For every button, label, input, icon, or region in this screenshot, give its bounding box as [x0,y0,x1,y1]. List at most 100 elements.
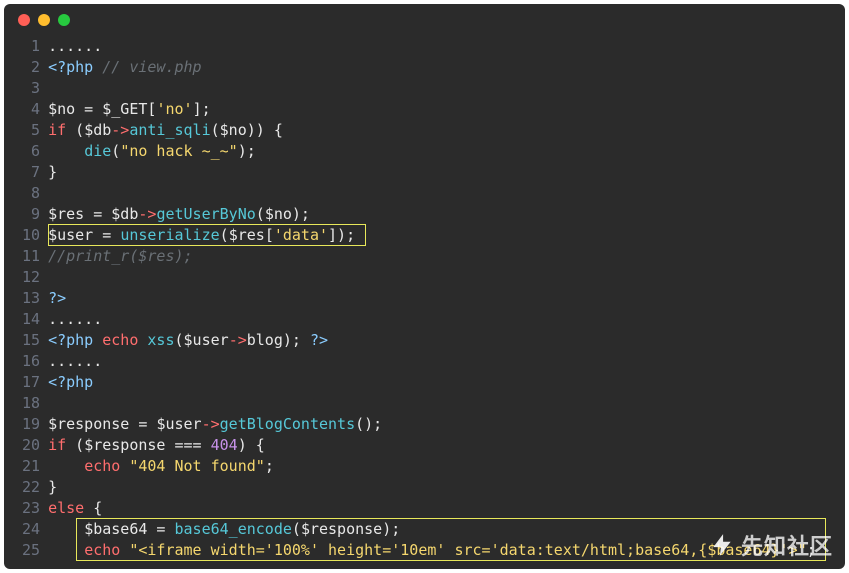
code-line[interactable]: else { [48,498,845,519]
code-line[interactable]: <?php // view.php [48,57,845,78]
code-token: "no hack ~_~" [120,142,237,160]
code-token: ( [111,142,120,160]
code-token: ( [256,205,265,223]
code-token [120,541,129,559]
code-token: = [93,226,120,244]
code-token: = [75,100,102,118]
code-token: $user [156,415,201,433]
code-token: ]; [193,100,211,118]
code-line[interactable] [48,78,845,99]
code-token: 404 [211,436,238,454]
code-line[interactable] [48,183,845,204]
line-number: 23 [22,498,40,519]
line-number: 1 [22,36,40,57]
code-editor: 1234567891011121314151617181920212223242… [4,36,845,561]
code-token: (); [355,415,382,433]
editor-window: 1234567891011121314151617181920212223242… [4,4,845,569]
code-token: -> [229,331,247,349]
code-token: 'no' [156,100,192,118]
close-icon[interactable] [18,14,30,26]
code-token: $db [84,121,111,139]
line-number: 3 [22,78,40,99]
code-line[interactable]: $response = $user->getBlogContents(); [48,414,845,435]
line-number: 15 [22,330,40,351]
code-token: ( [292,520,301,538]
code-token: $response [48,415,129,433]
code-token: unserialize [120,226,219,244]
code-token: ( [175,331,184,349]
code-token: $user [184,331,229,349]
code-line[interactable]: ?> [48,288,845,309]
code-token: $response [84,436,165,454]
code-token [48,541,84,559]
code-line[interactable] [48,393,845,414]
code-token: ...... [48,352,102,370]
code-token: $no [220,121,247,139]
code-line[interactable]: $no = $_GET['no']; [48,99,845,120]
code-line[interactable]: ...... [48,309,845,330]
watermark: 先知社区 [709,529,833,561]
code-line[interactable]: <?php echo xss($user->blog); ?> [48,330,845,351]
code-token: blog); [247,331,310,349]
code-token: ; [265,457,274,475]
line-number: 13 [22,288,40,309]
code-token: if [48,436,66,454]
code-token: $no [48,100,75,118]
code-token: else [48,499,84,517]
code-line[interactable]: echo "404 Not found"; [48,456,845,477]
code-line[interactable]: $user = unserialize($res['data']); [48,225,845,246]
code-line[interactable]: //print_r($res); [48,246,845,267]
code-token: echo [84,541,120,559]
code-token [48,520,84,538]
code-token [48,457,84,475]
code-token: ); [382,520,400,538]
line-number: 10 [22,225,40,246]
code-token: ( [66,436,84,454]
code-line[interactable]: die("no hack ~_~"); [48,141,845,162]
code-line[interactable]: } [48,477,845,498]
code-token: base64_encode [175,520,292,538]
line-number: 17 [22,372,40,393]
minimize-icon[interactable] [38,14,50,26]
line-number: 14 [22,309,40,330]
code-token: 'data' [274,226,328,244]
line-number: 21 [22,456,40,477]
code-token: -> [138,205,156,223]
code-token: = [147,520,174,538]
line-number: 11 [22,246,40,267]
code-token: ...... [48,310,102,328]
code-line[interactable]: <?php [48,372,845,393]
code-token: $_GET [102,100,147,118]
code-line[interactable]: $res = $db->getUserByNo($no); [48,204,845,225]
line-number: 12 [22,267,40,288]
code-token: ( [211,121,220,139]
code-line[interactable]: if ($db->anti_sqli($no)) { [48,120,845,141]
code-token: )) { [247,121,283,139]
code-area[interactable]: ......<?php // view.php$no = $_GET['no']… [48,36,845,561]
code-token: [ [265,226,274,244]
line-number: 2 [22,57,40,78]
code-token [120,457,129,475]
line-number: 4 [22,99,40,120]
code-token: ?> [48,289,66,307]
code-token: = [84,205,111,223]
code-token: getBlogContents [220,415,355,433]
zoom-icon[interactable] [58,14,70,26]
code-token: ]); [328,226,355,244]
code-line[interactable]: if ($response === 404) { [48,435,845,456]
code-token: die [84,142,111,160]
code-token: echo [102,331,138,349]
code-token: ); [238,142,256,160]
code-token: ( [66,121,84,139]
code-line[interactable] [48,267,845,288]
code-token [48,142,84,160]
code-line[interactable]: ...... [48,351,845,372]
line-number: 8 [22,183,40,204]
code-token: getUserByNo [156,205,255,223]
code-token: $res [48,205,84,223]
code-token: $res [229,226,265,244]
code-token: $user [48,226,93,244]
code-token: if [48,121,66,139]
code-line[interactable]: ...... [48,36,845,57]
code-line[interactable]: } [48,162,845,183]
